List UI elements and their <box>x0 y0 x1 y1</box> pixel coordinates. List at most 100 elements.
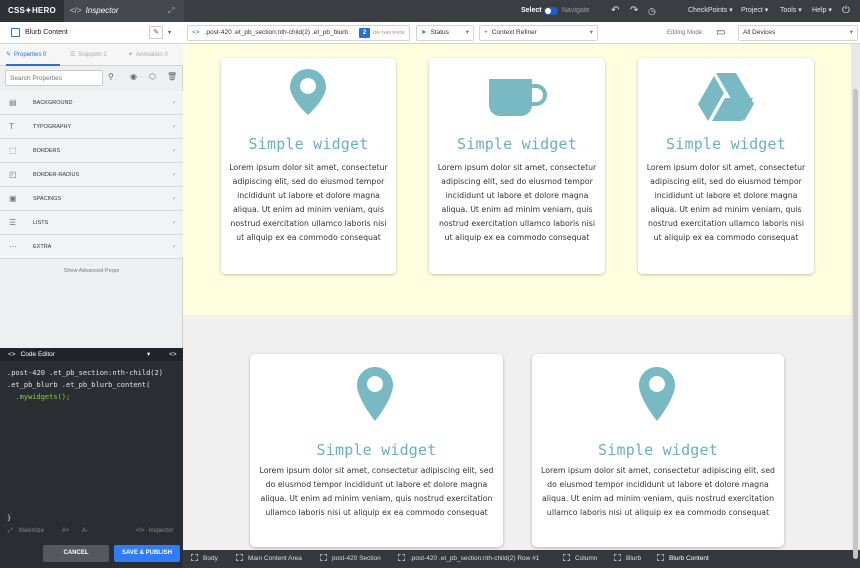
inspector-tab[interactable]: </> Inspector <box>64 0 184 22</box>
maximize-button[interactable]: ⤢ Maximize <box>8 528 44 535</box>
match-count-badge: 2 <box>359 28 370 38</box>
card-title: Simple widget <box>598 441 718 459</box>
property-typography[interactable]: T TYPOGRAPHY › <box>0 115 183 139</box>
code-editor-header[interactable]: <> Code Editor ▾ <> <box>0 348 183 361</box>
element-select-icon[interactable] <box>11 28 20 37</box>
breadcrumb: Body Main Content Area post-420 Section … <box>183 550 860 568</box>
element-icon <box>398 554 405 561</box>
context-refiner-dropdown[interactable]: + Context Refiner ▾ <box>479 25 598 41</box>
blurb-card[interactable]: Simple widget Lorem ipsum dolor sit amet… <box>532 354 784 547</box>
breadcrumb-item[interactable]: Column <box>563 550 597 568</box>
property-spacings[interactable]: ▣ SPACINGS › <box>0 187 183 211</box>
plus-icon: + <box>484 29 488 36</box>
chevron-right-icon: › <box>173 220 175 226</box>
property-extra[interactable]: ⋯ EXTRA › <box>0 235 183 259</box>
status-label: Status <box>430 29 449 36</box>
expand-icon[interactable]: ⤢ <box>168 6 178 16</box>
breadcrumb-item-active[interactable]: Blurb Content <box>657 550 709 568</box>
property-label: EXTRA <box>33 244 52 250</box>
save-publish-button[interactable]: SAVE & PUBLISH <box>114 545 180 562</box>
code-line: .et_pb_blurb .et_pb_blurb_content( <box>7 381 151 389</box>
card-title: Simple widget <box>248 135 369 153</box>
history-icon[interactable]: ◷ <box>648 0 656 22</box>
search-icon[interactable]: ⚲ <box>108 72 114 81</box>
google-drive-icon <box>698 73 754 121</box>
inspector-link[interactable]: </> Inspector <box>136 528 173 534</box>
trash-icon[interactable]: 🗑 <box>167 72 177 81</box>
breadcrumb-label: Main Content Area <box>248 555 302 562</box>
breadcrumb-item[interactable]: Blurb <box>614 550 641 568</box>
menu-project[interactable]: Project ▾ <box>741 0 768 22</box>
search-properties-input[interactable] <box>5 70 103 86</box>
blurb-card[interactable]: Simple widget Lorem ipsum dolor sit amet… <box>250 354 503 547</box>
tab-properties-label: Properties 0 <box>14 52 47 58</box>
cube-icon[interactable]: ⬡ <box>149 72 156 81</box>
detach-icon[interactable]: <> <box>169 348 177 361</box>
property-border-radius[interactable]: ◰ BORDER-RADIUS › <box>0 163 183 187</box>
properties-panel: ✎Properties 0 ☰Snippets 1 ✦Animation 0 ⚲… <box>0 44 183 348</box>
breadcrumb-item[interactable]: Body <box>191 550 218 568</box>
menu-checkpoints[interactable]: CheckPoints ▾ <box>688 0 733 22</box>
typography-icon: T <box>9 122 14 131</box>
code-editor-title: Code Editor <box>20 351 55 358</box>
undo-icon[interactable]: ↶ <box>611 0 619 22</box>
font-decrease-button[interactable]: A- <box>82 528 88 534</box>
blurb-card[interactable]: Simple widget Lorem ipsum dolor sit amet… <box>221 58 396 274</box>
inspector-label: Inspector <box>148 528 174 534</box>
top-bar: CSS✦HERO </> Inspector ⤢ Select Navigate … <box>0 0 860 22</box>
coffee-cup-icon <box>489 79 548 116</box>
font-increase-button[interactable]: A+ <box>62 528 70 534</box>
breadcrumb-label: Column <box>575 555 598 562</box>
animation-icon: ✦ <box>128 52 134 58</box>
chevron-right-icon: › <box>173 124 175 130</box>
tab-properties[interactable]: ✎ Properties 0 <box>6 44 60 66</box>
menu-help[interactable]: Help ▾ <box>812 0 832 22</box>
app-logo: CSS✦HERO <box>0 0 64 22</box>
editing-mode-label: Editing Mode: <box>667 30 704 36</box>
card-text: Lorem ipsum dolor sit amet, consectetur … <box>646 163 806 242</box>
location-pin-icon <box>290 69 326 115</box>
breadcrumb-item[interactable]: Main Content Area <box>236 550 302 568</box>
tab-snippets[interactable]: ☰ Snippets 1 <box>70 44 116 66</box>
scrollbar-thumb[interactable] <box>853 89 858 559</box>
chevron-right-icon: › <box>173 148 175 154</box>
border-radius-icon: ◰ <box>9 170 17 179</box>
chevron-right-icon: › <box>173 244 175 250</box>
code-editor-content[interactable]: .post-420 .et_pb_section:nth-child(2) .e… <box>7 367 163 403</box>
blurb-card[interactable]: Simple widget Lorem ipsum dolor sit amet… <box>429 58 605 274</box>
breadcrumb-label: post-420 Section <box>332 555 381 562</box>
maximize-icon: ⤢ <box>8 528 13 534</box>
property-borders[interactable]: ⬚ BORDERS › <box>0 139 183 163</box>
tab-animation[interactable]: ✦ Animation 0 <box>128 44 180 66</box>
cancel-button[interactable]: CANCEL <box>43 545 109 562</box>
property-background[interactable]: ▤ BACKGROUND › <box>0 91 183 115</box>
breadcrumb-item[interactable]: .post-420 .et_pb_section:nth-child(2) Ro… <box>398 550 539 568</box>
page-preview[interactable]: Simple widget Lorem ipsum dolor sit amet… <box>183 44 851 550</box>
show-advanced-props-link[interactable]: Show Advanced Props <box>0 268 183 274</box>
select-navigate-toggle[interactable] <box>544 7 558 15</box>
edit-icon[interactable]: ✎ <box>149 26 163 39</box>
chevron-right-icon: › <box>173 100 175 106</box>
redo-icon[interactable]: ↷ <box>630 0 638 22</box>
power-icon[interactable]: ⏻ <box>842 0 850 22</box>
preview-scrollbar[interactable] <box>851 44 860 559</box>
card-text: Lorem ipsum dolor sit amet, consectetur … <box>229 163 388 242</box>
eye-icon[interactable]: ◉ <box>130 72 137 81</box>
panel-tabs: ✎ Properties 0 ☰ Snippets 1 ✦ Animation 0 <box>0 44 183 66</box>
blurb-card[interactable]: Simple widget Lorem ipsum dolor sit amet… <box>638 58 814 274</box>
breadcrumb-item[interactable]: post-420 Section <box>320 550 381 568</box>
select-mode-label: Select <box>521 7 542 14</box>
status-dropdown[interactable]: ➤ Status ▾ <box>416 25 474 41</box>
selector-text: .post-420 .et_pb_section:nth-child(2) .e… <box>204 29 352 36</box>
menu-tools[interactable]: Tools ▾ <box>780 0 802 22</box>
property-lists[interactable]: ☰ LISTS › <box>0 211 183 235</box>
chevron-right-icon: › <box>173 196 175 202</box>
chevron-down-icon[interactable]: ▾ <box>147 348 150 361</box>
card-title: Simple widget <box>316 441 437 459</box>
element-icon <box>320 554 327 561</box>
code-line: .post-420 .et_pb_section:nth-child(2) <box>7 369 163 377</box>
element-dropdown-icon[interactable]: ▾ <box>168 22 171 44</box>
location-pin-icon <box>357 367 393 421</box>
device-dropdown[interactable]: All Devices ▾ <box>738 25 858 41</box>
card-text: Lorem ipsum dolor sit amet, consectetur … <box>437 163 597 242</box>
